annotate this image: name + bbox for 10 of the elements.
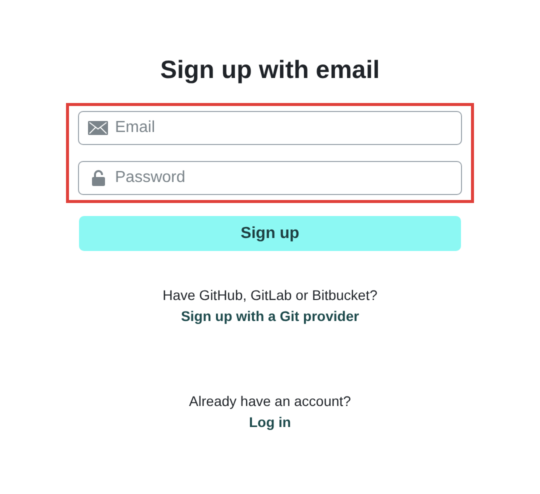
envelope-icon <box>88 121 108 135</box>
lock-icon <box>92 170 104 186</box>
log-in-link[interactable]: Log in <box>249 412 291 432</box>
input-field[interactable]: Password <box>78 161 462 195</box>
prompt-text: Already have an account? <box>189 392 351 411</box>
input-field[interactable]: Email <box>78 111 462 145</box>
prompt-text: Have GitHub, GitLab or Bitbucket? <box>162 286 378 305</box>
sign-up-button[interactable]: Sign up <box>79 216 461 251</box>
page-title: Sign up with email <box>160 55 380 86</box>
git-provider-link[interactable]: Sign up with a Git provider <box>180 306 360 326</box>
